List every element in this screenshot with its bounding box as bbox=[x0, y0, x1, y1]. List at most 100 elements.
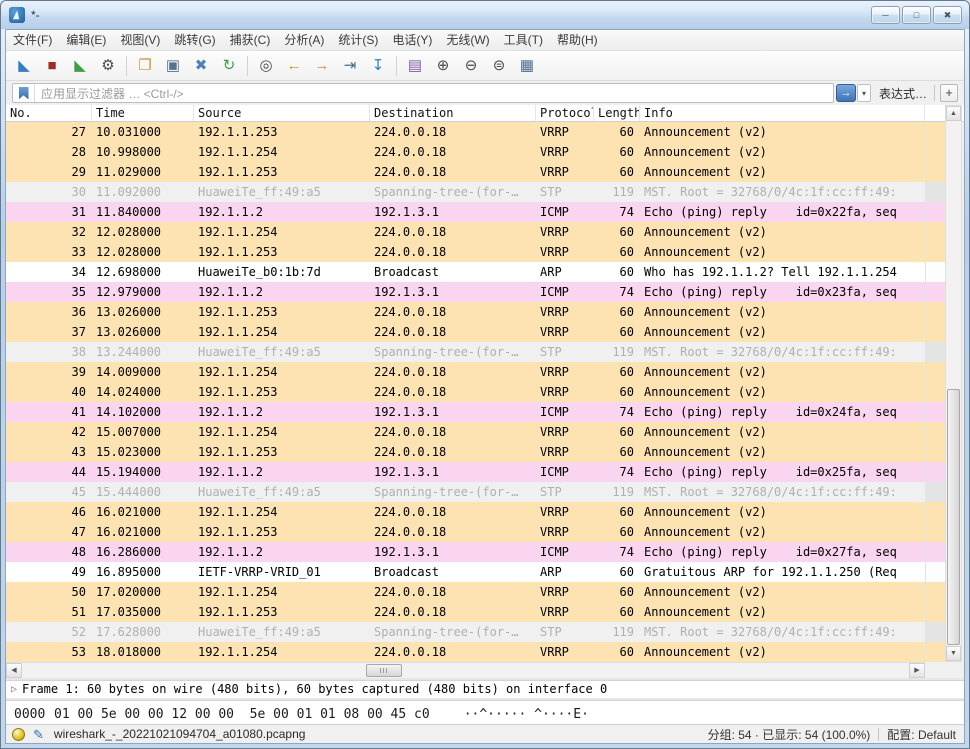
add-filter-button[interactable]: + bbox=[940, 84, 958, 102]
scroll-right-icon[interactable]: ▶ bbox=[909, 663, 925, 678]
packet-row[interactable]: 33 12.028000 192.1.1.253 224.0.0.18 VRRP 60 An… bbox=[6, 242, 925, 262]
close-file-button[interactable]: ✖ bbox=[188, 54, 214, 78]
packet-row[interactable]: 53 18.018000 192.1.1.254 224.0.0.18 VRRP 60 An… bbox=[6, 642, 925, 662]
packet-row[interactable]: 51 17.035000 192.1.1.253 224.0.0.18 VRRP 60 An… bbox=[6, 602, 925, 622]
cell-no: 37 bbox=[71, 325, 86, 339]
menu-item-edit[interactable]: 编辑(E) bbox=[59, 30, 113, 51]
go-to-packet-button[interactable]: ⇥ bbox=[337, 54, 363, 78]
expand-arrow-icon[interactable]: ▷ bbox=[6, 681, 22, 698]
packet-row[interactable]: 52 17.628000 HuaweiTe_ff:49:a5 Spanning-tre… bbox=[6, 622, 925, 642]
menu-item-help[interactable]: 帮助(H) bbox=[550, 30, 605, 51]
find-packet-button[interactable]: ◎ bbox=[253, 54, 279, 78]
cell-source: 192.1.1.253 bbox=[198, 445, 278, 459]
go-forward-button[interactable]: → bbox=[309, 54, 335, 78]
zoom-out-button[interactable]: ⊖ bbox=[458, 54, 484, 78]
colorize-button[interactable]: ▤ bbox=[402, 54, 428, 78]
packet-row[interactable]: 46 16.021000 192.1.1.254 224.0.0.18 VRRP 60 An… bbox=[6, 502, 925, 522]
filter-dropdown-button[interactable]: ▾ bbox=[857, 84, 871, 102]
vertical-scrollbar[interactable]: ▲ ▼ bbox=[945, 105, 962, 662]
packet-row[interactable]: 28 10.998000 192.1.1.254 224.0.0.18 VRRP 60 An… bbox=[6, 142, 925, 162]
horizontal-scrollbar-thumb[interactable] bbox=[366, 664, 402, 677]
packet-row[interactable]: 35 12.979000 192.1.1.2 192.1.3.1 ICMP 74 Echo … bbox=[6, 282, 925, 302]
packet-row[interactable]: 50 17.020000 192.1.1.254 224.0.0.18 VRRP 60 An… bbox=[6, 582, 925, 602]
vertical-scrollbar-thumb[interactable] bbox=[947, 389, 960, 645]
cell-protocol: VRRP bbox=[540, 505, 569, 519]
menu-bar: 文件(F) 编辑(E) 视图(V) 跳转(G) 捕获(C) 分析(A) 统计(S) 电话(Y)… bbox=[6, 30, 964, 51]
packet-row[interactable]: 43 15.023000 192.1.1.253 224.0.0.18 VRRP 60 An… bbox=[6, 442, 925, 462]
cell-no: 41 bbox=[71, 405, 86, 419]
resize-columns-button[interactable]: ▦ bbox=[514, 54, 540, 78]
cell-protocol: ICMP bbox=[540, 465, 569, 479]
packet-row[interactable]: 39 14.009000 192.1.1.254 224.0.0.18 VRRP 60 An… bbox=[6, 362, 925, 382]
cell-time: 17.035000 bbox=[96, 605, 162, 619]
packet-row[interactable]: 32 12.028000 192.1.1.254 224.0.0.18 VRRP 60 An… bbox=[6, 222, 925, 242]
frame-summary[interactable]: Frame 1: 60 bytes on wire (480 bits), 60… bbox=[22, 681, 607, 698]
packet-row[interactable]: 47 16.021000 192.1.1.253 224.0.0.18 VRRP 60 An… bbox=[6, 522, 925, 542]
apply-filter-button[interactable]: → bbox=[836, 84, 856, 102]
packet-row[interactable]: 29 11.029000 192.1.1.253 224.0.0.18 VRRP 60 An… bbox=[6, 162, 925, 182]
auto-scroll-button[interactable]: ↧ bbox=[365, 54, 391, 78]
open-file-button[interactable]: ❐ bbox=[132, 54, 158, 78]
menu-item-statistics[interactable]: 统计(S) bbox=[331, 30, 385, 51]
scroll-down-icon[interactable]: ▼ bbox=[946, 646, 961, 661]
packet-row[interactable]: 31 11.840000 192.1.1.2 192.1.3.1 ICMP 74 Echo … bbox=[6, 202, 925, 222]
cell-no: 27 bbox=[71, 125, 86, 139]
packet-row[interactable]: 40 14.024000 192.1.1.253 224.0.0.18 VRRP 60 An… bbox=[6, 382, 925, 402]
go-back-button[interactable]: ← bbox=[281, 54, 307, 78]
capture-options-button[interactable]: ⚙ bbox=[95, 54, 121, 78]
packet-row[interactable]: 44 15.194000 192.1.1.2 192.1.3.1 ICMP 74 Echo … bbox=[6, 462, 925, 482]
packet-row[interactable]: 42 15.007000 192.1.1.254 224.0.0.18 VRRP 60 An… bbox=[6, 422, 925, 442]
filter-bookmark-button[interactable] bbox=[13, 84, 35, 102]
column-header-info[interactable]: Info bbox=[640, 105, 925, 121]
cell-info: Announcement (v2) bbox=[644, 585, 767, 599]
menu-item-wireless[interactable]: 无线(W) bbox=[439, 30, 496, 51]
packet-row[interactable]: 45 15.444000 HuaweiTe_ff:49:a5 Spanning-tre… bbox=[6, 482, 925, 502]
scroll-up-icon[interactable]: ▲ bbox=[946, 106, 961, 121]
display-filter-input[interactable]: 应用显示过滤器 … <Ctrl-/> bbox=[12, 83, 834, 103]
menu-item-go[interactable]: 跳转(G) bbox=[167, 30, 222, 51]
packet-row[interactable]: 36 13.026000 192.1.1.253 224.0.0.18 VRRP 60 An… bbox=[6, 302, 925, 322]
horizontal-scrollbar[interactable]: ◀ ▶ bbox=[6, 662, 925, 678]
column-header-length[interactable]: Length bbox=[594, 105, 640, 121]
packet-bytes-pane[interactable]: 0000 01 00 5e 00 00 12 00 00 5e 00 01 01… bbox=[6, 700, 964, 727]
restart-capture-button[interactable]: ◣ bbox=[67, 54, 93, 78]
packet-detail-pane[interactable]: ▷ Frame 1: 60 bytes on wire (480 bits), … bbox=[6, 680, 964, 698]
stop-capture-button[interactable]: ■ bbox=[39, 54, 65, 78]
profile-selector[interactable]: 配置: Default bbox=[887, 726, 956, 743]
start-capture-button[interactable]: ◣ bbox=[11, 54, 37, 78]
menu-item-file[interactable]: 文件(F) bbox=[6, 30, 59, 51]
column-header-protocol[interactable]: Protocol bbox=[536, 105, 594, 121]
packet-row[interactable]: 30 11.092000 HuaweiTe_ff:49:a5 Spanning-tre… bbox=[6, 182, 925, 202]
minimize-button[interactable]: ─ bbox=[871, 6, 900, 24]
packet-row[interactable]: 27 10.031000 192.1.1.253 224.0.0.18 VRRP 60 An… bbox=[6, 122, 925, 142]
packet-row[interactable]: 41 14.102000 192.1.1.2 192.1.3.1 ICMP 74 Echo … bbox=[6, 402, 925, 422]
packet-row[interactable]: 49 16.895000 IETF-VRRP-VRID_01 Broadcast ARP… bbox=[6, 562, 925, 582]
close-button[interactable]: ✖ bbox=[933, 6, 962, 24]
packet-row[interactable]: 38 13.244000 HuaweiTe_ff:49:a5 Spanning-tre… bbox=[6, 342, 925, 362]
scroll-left-icon[interactable]: ◀ bbox=[6, 663, 22, 678]
save-file-button[interactable]: ▣ bbox=[160, 54, 186, 78]
column-header-no[interactable]: No. bbox=[6, 105, 92, 121]
maximize-button[interactable]: □ bbox=[902, 6, 931, 24]
cell-length: 119 bbox=[612, 345, 634, 359]
title-bar[interactable]: *- ─ □ ✖ bbox=[1, 1, 969, 29]
cell-length: 60 bbox=[619, 305, 634, 319]
zoom-in-button[interactable]: ⊕ bbox=[430, 54, 456, 78]
packet-row[interactable]: 37 13.026000 192.1.1.254 224.0.0.18 VRRP 60 An… bbox=[6, 322, 925, 342]
menu-item-capture[interactable]: 捕获(C) bbox=[223, 30, 278, 51]
menu-item-analyze[interactable]: 分析(A) bbox=[277, 30, 331, 51]
reload-button[interactable]: ↻ bbox=[216, 54, 242, 78]
expression-button[interactable]: 表达式… bbox=[879, 85, 927, 102]
packet-row[interactable]: 34 12.698000 HuaweiTe_b0:1b:7d Broadcast ARP… bbox=[6, 262, 925, 282]
cell-length: 74 bbox=[619, 405, 634, 419]
column-header-source[interactable]: Source bbox=[194, 105, 370, 121]
packet-row[interactable]: 48 16.286000 192.1.1.2 192.1.3.1 ICMP 74 Echo … bbox=[6, 542, 925, 562]
zoom-reset-button[interactable]: ⊜ bbox=[486, 54, 512, 78]
menu-item-telephony[interactable]: 电话(Y) bbox=[385, 30, 439, 51]
capture-comment-icon[interactable]: ✎ bbox=[33, 728, 44, 741]
column-header-destination[interactable]: Destination bbox=[370, 105, 536, 121]
menu-item-view[interactable]: 视图(V) bbox=[113, 30, 167, 51]
menu-item-tools[interactable]: 工具(T) bbox=[497, 30, 550, 51]
expert-info-icon[interactable] bbox=[12, 727, 25, 741]
column-header-time[interactable]: Time bbox=[92, 105, 194, 121]
